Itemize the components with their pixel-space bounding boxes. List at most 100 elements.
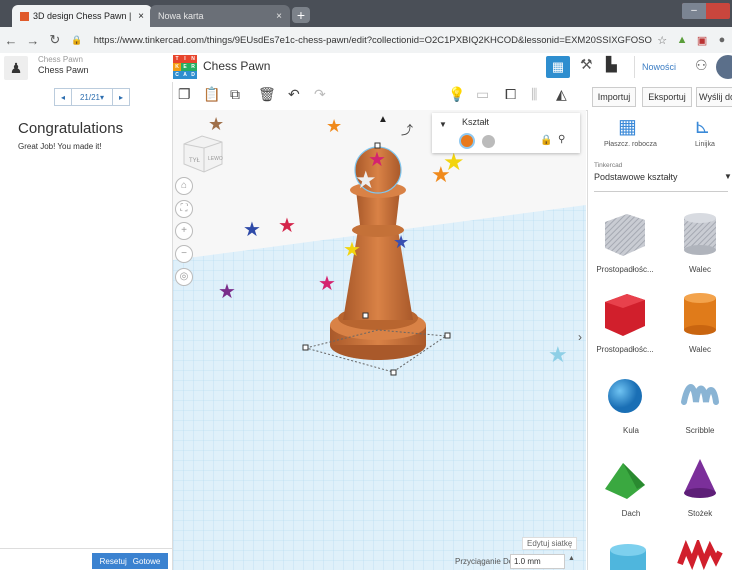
close-tab-icon[interactable]: ×	[276, 11, 282, 22]
pickaxe-icon[interactable]: ⚒	[580, 56, 593, 73]
workplane-scene[interactable]: ★ ★ ★ ★ ★ ★ ★ ★ ★ ★ ★ ★ ★ ▲ ⤴	[173, 110, 586, 570]
browser-tab-inactive[interactable]: Nowa karta ×	[150, 5, 290, 27]
grid-view-button[interactable]: ▦	[546, 56, 570, 78]
svg-text:★: ★	[548, 342, 568, 367]
snap-grid-select[interactable]: 1.0 mm	[510, 554, 565, 569]
view-cube[interactable]: TYŁ LEWO	[180, 130, 226, 176]
minimize-window-button[interactable]: –	[682, 3, 706, 19]
shape-label[interactable]: Prostopadłośc...	[590, 265, 660, 274]
extension-icon[interactable]: ▣	[692, 34, 712, 47]
design-thumbnail-icon[interactable]: ♟	[4, 56, 28, 80]
zoom-in-icon[interactable]: +	[175, 222, 193, 240]
sphere-shape[interactable]	[601, 372, 649, 420]
shape-label[interactable]: Walec	[665, 345, 732, 354]
news-link[interactable]: Nowości	[634, 56, 683, 78]
shape-inspector	[432, 113, 580, 153]
logo-letter: C	[173, 71, 181, 79]
roof-shape[interactable]	[601, 455, 649, 503]
logo-letter: N	[189, 55, 197, 63]
svg-text:★: ★	[343, 239, 361, 261]
bricks-icon[interactable]: ▙	[606, 56, 617, 73]
note-icon[interactable]: ▭	[476, 86, 489, 103]
account-icon[interactable]: ●	[712, 34, 732, 46]
star-icon[interactable]: ☆	[652, 34, 672, 47]
reload-icon[interactable]: ↻	[44, 32, 66, 48]
tube-shape[interactable]	[604, 540, 652, 570]
shape-label[interactable]: Prostopadłośc...	[590, 345, 660, 354]
shape-label[interactable]: Dach	[596, 509, 666, 518]
svg-text:★: ★	[355, 167, 377, 194]
view-cube-right-label[interactable]: LEWO	[208, 156, 223, 162]
redo-icon[interactable]: ↷	[314, 86, 326, 103]
ruler-icon[interactable]: ⊾	[694, 114, 711, 139]
collapse-inspector-icon[interactable]: ▼	[439, 120, 447, 129]
zoom-out-icon[interactable]: −	[175, 245, 193, 263]
shape-label[interactable]: Walec	[665, 265, 732, 274]
new-tab-button[interactable]: +	[292, 7, 310, 23]
logo-letter: R	[189, 63, 197, 71]
copy-icon[interactable]: ❐	[178, 86, 191, 103]
lesson-actions: Resetuj Gotowe	[92, 553, 168, 569]
lesson-panel	[0, 110, 173, 570]
ruler-label[interactable]: Linijka	[695, 141, 715, 148]
undo-icon[interactable]: ↶	[288, 86, 300, 103]
logo-letter: E	[181, 63, 189, 71]
group-icon[interactable]: ⧠	[505, 86, 516, 103]
box-hole-shape[interactable]	[601, 210, 649, 258]
browser-tab-active[interactable]: 3D design Chess Pawn | Tinkercad ×	[12, 5, 152, 27]
import-button[interactable]: Importuj	[592, 87, 636, 107]
shape-label[interactable]: Scribble	[665, 426, 732, 435]
lock-icon: 🔒	[71, 34, 83, 45]
design-title[interactable]: Chess Pawn	[203, 59, 270, 73]
edit-grid-button[interactable]: Edytuj siatkę	[522, 537, 578, 550]
cylinder-shape[interactable]	[676, 290, 724, 338]
add-user-icon[interactable]: ⚇	[695, 57, 708, 74]
done-button[interactable]: Gotowe	[133, 557, 161, 566]
extension-icon[interactable]: ▲	[672, 34, 692, 46]
perspective-icon[interactable]: ◎	[175, 268, 193, 286]
cone-shape[interactable]	[676, 455, 724, 503]
svg-text:★: ★	[443, 149, 465, 176]
send-to-button[interactable]: Wyślij do	[696, 87, 732, 107]
svg-text:★: ★	[326, 116, 342, 136]
shape-label[interactable]: Stożek	[665, 509, 732, 518]
next-step-icon[interactable]: ▸	[112, 89, 129, 105]
cylinder-hole-shape[interactable]	[676, 210, 724, 258]
library-source: Tinkercad	[594, 162, 623, 169]
reset-button[interactable]: Resetuj	[100, 557, 127, 566]
scribble-shape[interactable]	[676, 372, 724, 420]
divider	[594, 191, 728, 192]
box-shape[interactable]	[601, 290, 649, 338]
duplicate-icon[interactable]: ⧉	[230, 86, 240, 103]
home-view-icon[interactable]: ⌂	[175, 177, 193, 195]
light-bulb-icon[interactable]: 💡	[448, 86, 465, 103]
chevron-down-icon[interactable]: ▲	[568, 555, 575, 562]
close-tab-icon[interactable]: ×	[138, 11, 144, 22]
fit-view-icon[interactable]: ⛶	[175, 200, 193, 218]
shape-label[interactable]: Kula	[596, 426, 666, 435]
back-icon[interactable]: ←	[0, 33, 22, 48]
workplane-viewport[interactable]: ★ ★ ★ ★ ★ ★ ★ ★ ★ ★ ★ ★ ★ ▲ ⤴	[173, 110, 586, 570]
text-shape[interactable]	[676, 540, 724, 570]
workplane-icon[interactable]: ▦	[618, 114, 637, 139]
export-button[interactable]: Eksportuj	[642, 87, 692, 107]
breadcrumb-parent[interactable]: Chess Pawn	[38, 55, 83, 64]
url-input[interactable]: https://www.tinkercad.com/things/9EUsdEs…	[94, 35, 652, 46]
workplane-label[interactable]: Płaszcz. robocza	[604, 141, 657, 148]
step-counter[interactable]: 21/21 ▾	[72, 89, 112, 105]
lesson-step-pager[interactable]: ◂ 21/21 ▾ ▸	[54, 88, 130, 106]
lock-icon[interactable]: 🔒	[540, 135, 552, 146]
align-icon[interactable]: ⫼	[531, 86, 537, 103]
hole-swatch[interactable]	[482, 135, 495, 148]
library-select[interactable]: Podstawowe kształty	[594, 172, 678, 182]
delete-icon[interactable]: 🗑	[258, 86, 276, 103]
view-cube-left-label[interactable]: TYŁ	[189, 158, 201, 164]
chevron-down-icon[interactable]: ▼	[724, 172, 732, 181]
solid-color-swatch[interactable]	[459, 133, 475, 149]
prev-step-icon[interactable]: ◂	[55, 89, 72, 105]
paste-icon[interactable]: 📋	[203, 86, 220, 103]
mirror-icon[interactable]: ◭	[556, 86, 567, 103]
forward-icon[interactable]: →	[22, 33, 44, 48]
light-bulb-icon[interactable]: ⚲	[558, 134, 565, 145]
tinkercad-logo[interactable]: T I N K E R C A D	[173, 55, 197, 79]
